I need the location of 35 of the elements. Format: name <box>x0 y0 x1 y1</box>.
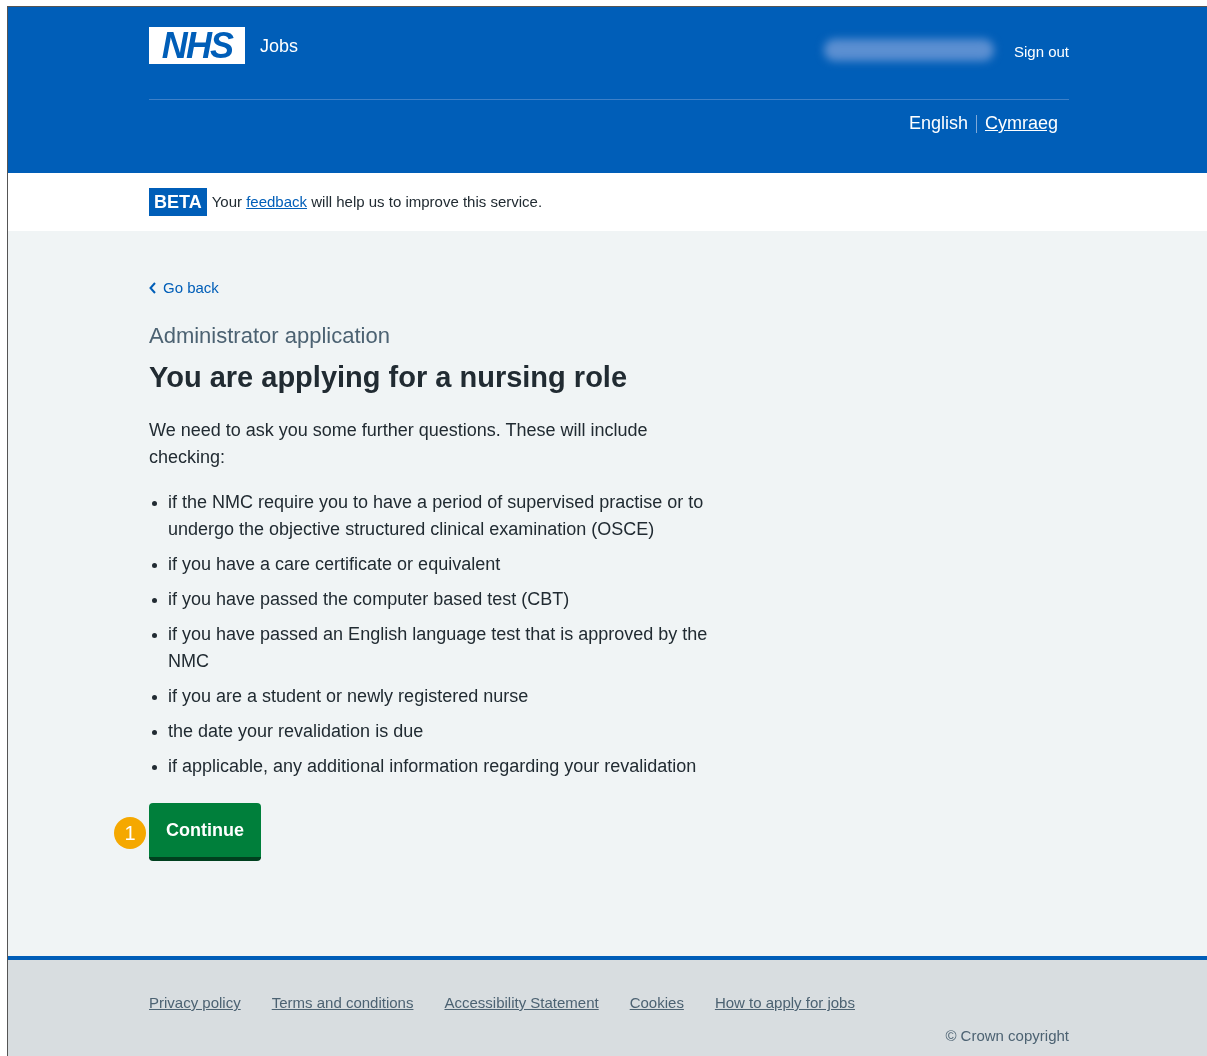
bullet-icon <box>152 598 157 603</box>
service-name: Jobs <box>260 35 299 58</box>
footer-link[interactable]: Accessibility Statement <box>444 992 599 1015</box>
bullet-icon <box>152 633 157 638</box>
footer-link[interactable]: How to apply for jobs <box>714 992 855 1015</box>
bullet-icon <box>152 501 157 506</box>
chevron-left-icon <box>149 282 157 295</box>
intro-text: We need to ask you some further questions. These will include checking: <box>149 419 649 469</box>
list-item-text: if you have passed the computer based test (CBT) <box>168 588 570 611</box>
page-caption: Administrator application <box>149 321 391 350</box>
footer-link[interactable]: Privacy policy <box>149 992 241 1015</box>
footer-link[interactable]: Terms and conditions <box>271 992 414 1015</box>
footer-link[interactable]: Cookies <box>629 992 684 1015</box>
list-item-text: if the NMC require you to have a period of supervised practise or to undergo the objective structured clinical examination (OSCE) <box>168 491 705 541</box>
list-item-text: if you have a care certificate or equivalent <box>168 553 501 576</box>
bullet-icon <box>152 765 157 770</box>
copyright-text: © Crown copyright <box>945 1025 1069 1046</box>
list-item-text: if applicable, any additional information regarding your revalidation <box>168 755 697 778</box>
sign-out-link[interactable]: Sign out <box>1013 41 1069 64</box>
list-item-text: the date your revalidation is due <box>168 720 424 743</box>
step-marker: 1 <box>114 817 146 849</box>
bullet-icon <box>152 695 157 700</box>
list-item-text: if you are a student or newly registered nurse <box>168 685 529 708</box>
feedback-message: Your feedback will help us to improve this service. <box>211 191 543 212</box>
bullet-icon <box>152 563 157 568</box>
beta-tag: BETA <box>149 188 207 216</box>
language-link[interactable]: Cymraeg <box>984 110 1058 137</box>
go-back-link[interactable]: Go back <box>149 277 1207 300</box>
nhs-logo[interactable]: NHS <box>149 27 245 64</box>
page-heading: You are applying for a nursing role <box>149 359 629 395</box>
language-link[interactable]: English <box>908 110 968 137</box>
bullet-icon <box>152 730 157 735</box>
list-item-text: if you have passed an English language test that is approved by the NMC <box>168 623 709 673</box>
continue-button[interactable]: Continue <box>149 803 261 861</box>
feedback-link[interactable]: feedback <box>246 192 308 210</box>
